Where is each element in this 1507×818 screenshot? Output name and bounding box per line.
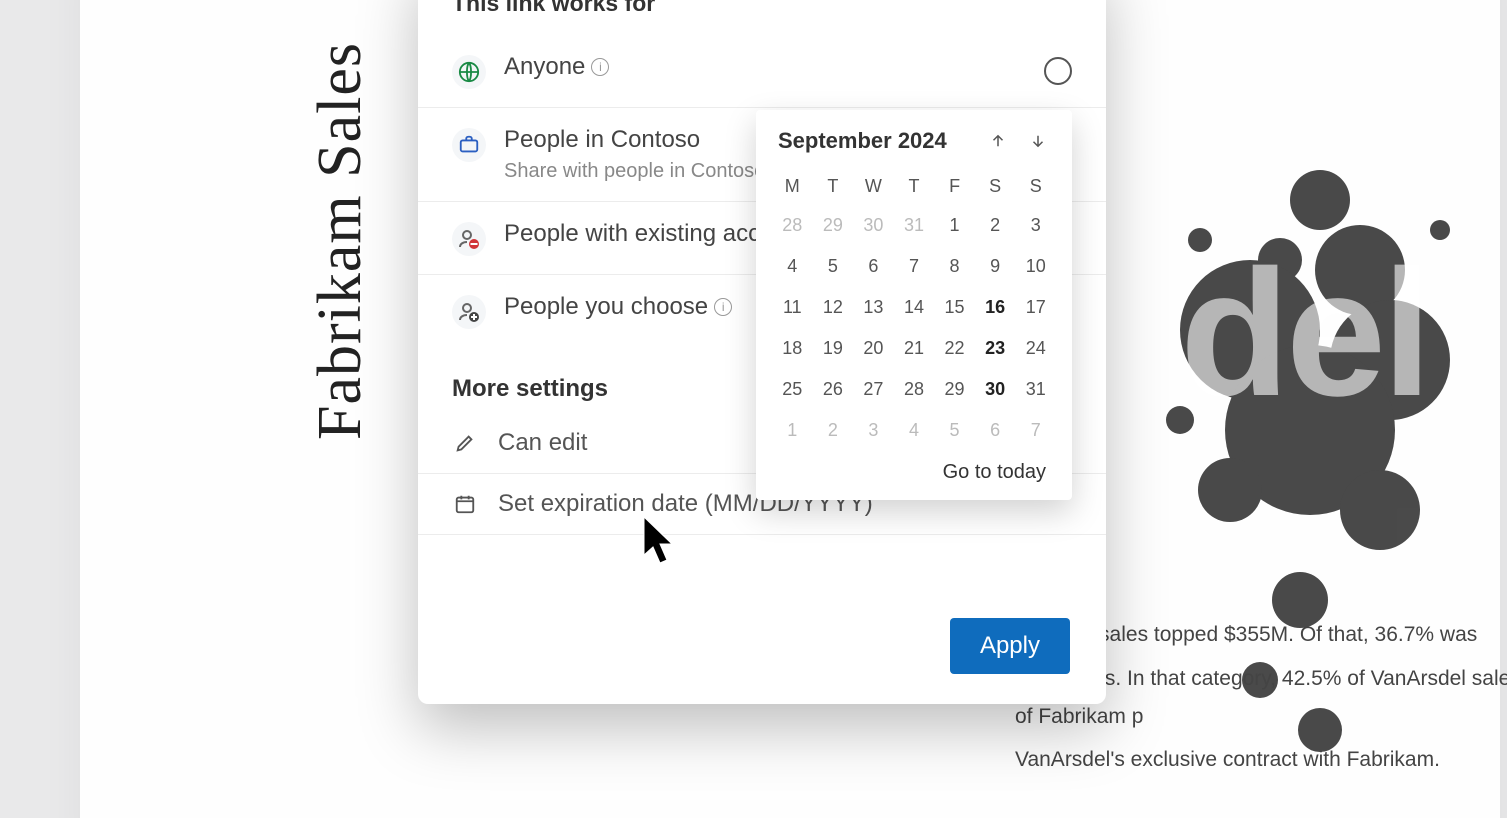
option-choose-label: People you choose (504, 293, 708, 321)
calendar-day[interactable]: 1 (934, 205, 975, 246)
calendar-day[interactable]: 24 (1015, 328, 1056, 369)
calendar-day[interactable]: 14 (894, 287, 935, 328)
calendar-day[interactable]: 29 (813, 205, 854, 246)
pencil-icon (452, 430, 478, 456)
calendar-day[interactable]: 7 (894, 246, 935, 287)
calendar-dow: S (975, 168, 1016, 205)
option-org-label: People in Contoso (504, 126, 700, 154)
radio-anyone[interactable] (1044, 57, 1072, 85)
calendar-day[interactable]: 16 (975, 287, 1016, 328)
calendar-icon (452, 491, 478, 517)
calendar-day[interactable]: 30 (853, 205, 894, 246)
calendar-day[interactable]: 4 (894, 410, 935, 451)
calendar-day[interactable]: 25 (772, 369, 813, 410)
calendar-day[interactable]: 8 (934, 246, 975, 287)
calendar-day[interactable]: 22 (934, 328, 975, 369)
calendar-day[interactable]: 27 (853, 369, 894, 410)
calendar-day[interactable]: 6 (975, 410, 1016, 451)
calendar-grid: MTWTFSS282930311234567891011121314151617… (772, 168, 1056, 451)
calendar-day[interactable]: 29 (934, 369, 975, 410)
calendar-day[interactable]: 31 (1015, 369, 1056, 410)
calendar-day[interactable]: 7 (1015, 410, 1056, 451)
option-anyone-label: Anyone (504, 53, 585, 81)
calendar-dow: W (853, 168, 894, 205)
calendar-day[interactable]: 17 (1015, 287, 1056, 328)
calendar-day[interactable]: 4 (772, 246, 813, 287)
calendar-day[interactable]: 2 (813, 410, 854, 451)
date-picker-popover: September 2024 MTWTFSS282930311234567891… (756, 110, 1072, 500)
calendar-day[interactable]: 3 (853, 410, 894, 451)
document-vertical-title: Fabrikam Sales (305, 42, 376, 440)
calendar-day[interactable]: 28 (894, 369, 935, 410)
apply-button[interactable]: Apply (950, 618, 1070, 674)
calendar-day[interactable]: 21 (894, 328, 935, 369)
calendar-day[interactable]: 9 (975, 246, 1016, 287)
calendar-day[interactable]: 10 (1015, 246, 1056, 287)
permission-level-label: Can edit (498, 429, 587, 457)
briefcase-icon (452, 128, 486, 162)
calendar-day[interactable]: 13 (853, 287, 894, 328)
calendar-day[interactable]: 11 (772, 287, 813, 328)
info-icon: i (714, 298, 732, 316)
calendar-day[interactable]: 6 (853, 246, 894, 287)
calendar-month-label[interactable]: September 2024 (778, 128, 947, 154)
calendar-day[interactable]: 15 (934, 287, 975, 328)
calendar-dow: F (934, 168, 975, 205)
calendar-dow: S (1015, 168, 1056, 205)
calendar-day[interactable]: 3 (1015, 205, 1056, 246)
info-icon: i (591, 58, 609, 76)
background-wordmark: del (1180, 230, 1428, 437)
calendar-day[interactable]: 26 (813, 369, 854, 410)
calendar-dow: T (894, 168, 935, 205)
option-anyone[interactable]: Anyone i (418, 35, 1106, 108)
calendar-dow: T (813, 168, 854, 205)
calendar-day[interactable]: 12 (813, 287, 854, 328)
calendar-day[interactable]: 20 (853, 328, 894, 369)
calendar-day[interactable]: 5 (934, 410, 975, 451)
next-month-button[interactable] (1026, 129, 1050, 153)
calendar-day[interactable]: 19 (813, 328, 854, 369)
calendar-day[interactable]: 30 (975, 369, 1016, 410)
prev-month-button[interactable] (986, 129, 1010, 153)
link-scope-heading: This link works for (418, 0, 1106, 17)
calendar-dow: M (772, 168, 813, 205)
person-blocked-icon (452, 222, 486, 256)
go-to-today-link[interactable]: Go to today (772, 461, 1056, 484)
person-add-icon (452, 295, 486, 329)
calendar-day[interactable]: 1 (772, 410, 813, 451)
calendar-day[interactable]: 31 (894, 205, 935, 246)
calendar-day[interactable]: 2 (975, 205, 1016, 246)
calendar-day[interactable]: 5 (813, 246, 854, 287)
calendar-day[interactable]: 28 (772, 205, 813, 246)
globe-icon (452, 55, 486, 89)
option-existing-label: People with existing access (504, 220, 797, 248)
calendar-day[interactable]: 18 (772, 328, 813, 369)
calendar-day[interactable]: 23 (975, 328, 1016, 369)
